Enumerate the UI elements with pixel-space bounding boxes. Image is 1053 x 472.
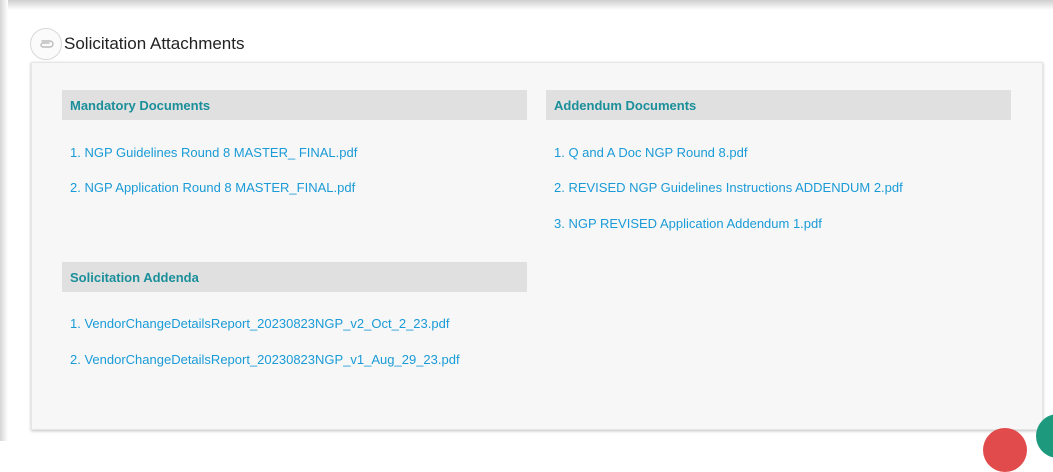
addendum-documents-title: Addendum Documents [554,97,697,113]
floating-action-button-red[interactable] [983,428,1027,472]
addendum-document-link-1[interactable]: 1. Q and A Doc NGP Round 8.pdf [554,145,747,160]
paperclip-icon [30,28,62,60]
mandatory-document-link-1[interactable]: 1. NGP Guidelines Round 8 MASTER_ FINAL.… [70,145,357,160]
attachments-header: Solicitation Attachments [30,26,245,62]
solicitation-addenda-title: Solicitation Addenda [70,269,199,285]
attachments-panel: Mandatory Documents 1. NGP Guidelines Ro… [31,62,1043,430]
addendum-documents-header: Addendum Documents [546,90,1011,120]
page-title: Solicitation Attachments [64,34,245,53]
window-shadow-top [0,0,1053,10]
addendum-document-link-2[interactable]: 2. REVISED NGP Guidelines Instructions A… [554,180,903,195]
window-shadow-left [0,0,8,441]
mandatory-document-link-2[interactable]: 2. NGP Application Round 8 MASTER_FINAL.… [70,180,355,195]
mandatory-documents-title: Mandatory Documents [70,97,211,113]
solicitation-addenda-link-2[interactable]: 2. VendorChangeDetailsReport_20230823NGP… [70,352,460,367]
solicitation-addenda-link-1[interactable]: 1. VendorChangeDetailsReport_20230823NGP… [70,316,449,331]
attachments-window: Solicitation Attachments Mandatory Docum… [0,0,1053,472]
mandatory-documents-header: Mandatory Documents [62,90,527,120]
addendum-document-link-3[interactable]: 3. NGP REVISED Application Addendum 1.pd… [554,216,822,231]
solicitation-addenda-header: Solicitation Addenda [62,262,527,292]
